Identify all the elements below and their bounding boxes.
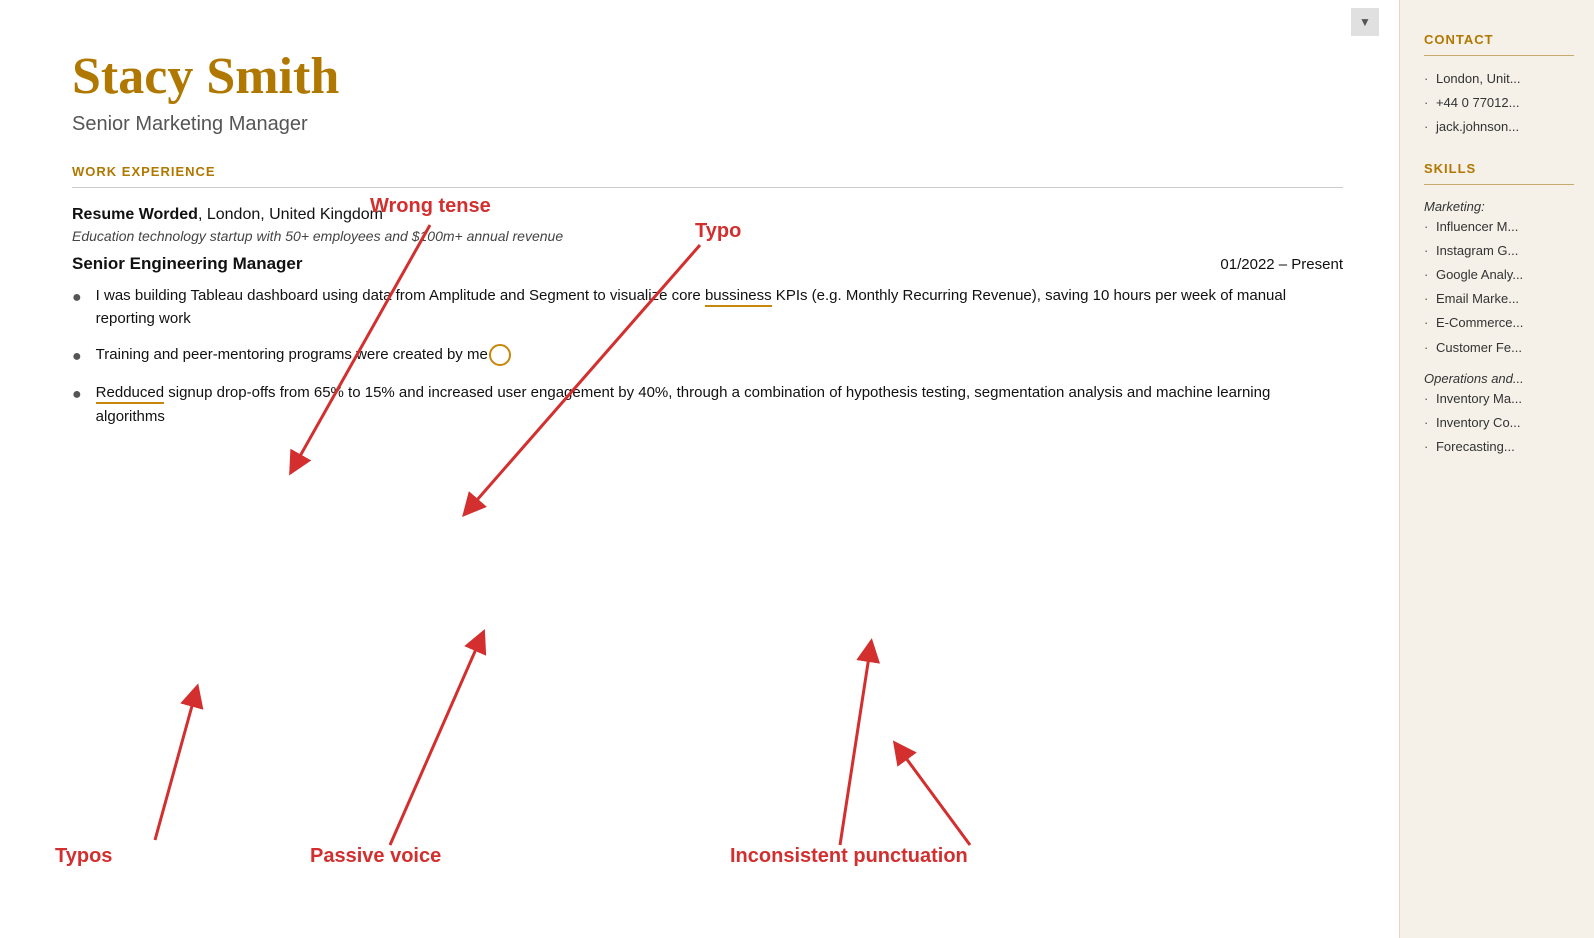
comma-separator: ,	[198, 206, 207, 223]
contact-divider	[1424, 55, 1574, 56]
skill-forecasting: · Forecasting...	[1424, 438, 1574, 456]
skill-customer: · Customer Fe...	[1424, 339, 1574, 357]
work-divider	[72, 187, 1343, 188]
skills-operations-label: Operations and...	[1424, 371, 1574, 386]
scroll-indicator[interactable]: ▼	[1351, 8, 1379, 36]
contact-item-location: · London, Unit...	[1424, 70, 1574, 88]
annotation-inconsistent-punctuation: Inconsistent punctuation	[730, 845, 968, 868]
bullet-dot-1: ●	[72, 286, 82, 311]
skill-inventory-ma: · Inventory Ma...	[1424, 390, 1574, 408]
resume-sidebar: CONTACT · London, Unit... · +44 0 77012.…	[1399, 0, 1594, 938]
skills-divider	[1424, 184, 1574, 185]
company-description: Education technology startup with 50+ em…	[72, 228, 1343, 244]
company-name: Resume Worded	[72, 206, 198, 223]
arrows-svg	[0, 0, 1399, 938]
skill-influencer: · Influencer M...	[1424, 218, 1574, 236]
company-location: London, United Kingdom	[207, 206, 383, 223]
skill-email: · Email Marke...	[1424, 290, 1574, 308]
skills-marketing-label: Marketing:	[1424, 199, 1574, 214]
job-title: Senior Engineering Manager	[72, 254, 303, 274]
contact-item-email: · jack.johnson...	[1424, 118, 1574, 136]
skills-section: SKILLS Marketing: · Influencer M... · In…	[1424, 161, 1574, 457]
skills-marketing: Marketing: · Influencer M... · Instagram…	[1424, 199, 1574, 357]
annotations-layer: Wrong tense Typo Typos Passive voice Inc…	[0, 0, 1399, 938]
work-experience-header: WORK EXPERIENCE	[72, 164, 1343, 179]
company-line: Resume Worded, London, United Kingdom	[72, 206, 1343, 224]
contact-bullet-1: ·	[1424, 71, 1428, 86]
bullet-list: ● I was building Tableau dashboard using…	[72, 284, 1343, 428]
skill-instagram: · Instagram G...	[1424, 242, 1574, 260]
annotation-typos-bottom: Typos	[55, 845, 112, 868]
bullet-item-2: ● Training and peer-mentoring programs w…	[72, 343, 1343, 370]
candidate-title: Senior Marketing Manager	[72, 113, 1343, 136]
contact-bullet-2: ·	[1424, 95, 1428, 110]
contact-bullet-3: ·	[1424, 119, 1428, 134]
skill-inventory-co: · Inventory Co...	[1424, 414, 1574, 432]
annotation-passive-voice: Passive voice	[310, 845, 441, 868]
skills-operations: Operations and... · Inventory Ma... · In…	[1424, 371, 1574, 457]
bullet-dot-2: ●	[72, 345, 82, 370]
job-dates: 01/2022 – Present	[1220, 256, 1343, 273]
bullet-item-1: ● I was building Tableau dashboard using…	[72, 284, 1343, 331]
contact-items: · London, Unit... · +44 0 77012... · jac…	[1424, 70, 1574, 137]
skills-header: SKILLS	[1424, 161, 1574, 176]
typo-bussiness: bussiness	[705, 287, 772, 307]
bullet-2-text: Training and peer-mentoring programs wer…	[96, 343, 511, 366]
skill-ecommerce: · E-Commerce...	[1424, 314, 1574, 332]
typo-redduced: Redduced	[96, 384, 164, 404]
bullet-item-3: ● Redduced signup drop-offs from 65% to …	[72, 381, 1343, 428]
job-title-row: Senior Engineering Manager 01/2022 – Pre…	[72, 254, 1343, 274]
work-entry: Resume Worded, London, United Kingdom Ed…	[72, 206, 1343, 428]
bullet-dot-3: ●	[72, 383, 82, 408]
punctuation-circle	[489, 344, 511, 366]
skill-google: · Google Analy...	[1424, 266, 1574, 284]
bullet-3-text: Redduced signup drop-offs from 65% to 15…	[96, 381, 1343, 428]
resume-main: ▼ Stacy Smith Senior Marketing Manager W…	[0, 0, 1399, 938]
contact-item-phone: · +44 0 77012...	[1424, 94, 1574, 112]
bullet-1-text: I was building Tableau dashboard using d…	[96, 284, 1343, 331]
contact-header: CONTACT	[1424, 32, 1574, 47]
candidate-name: Stacy Smith	[72, 48, 1343, 105]
